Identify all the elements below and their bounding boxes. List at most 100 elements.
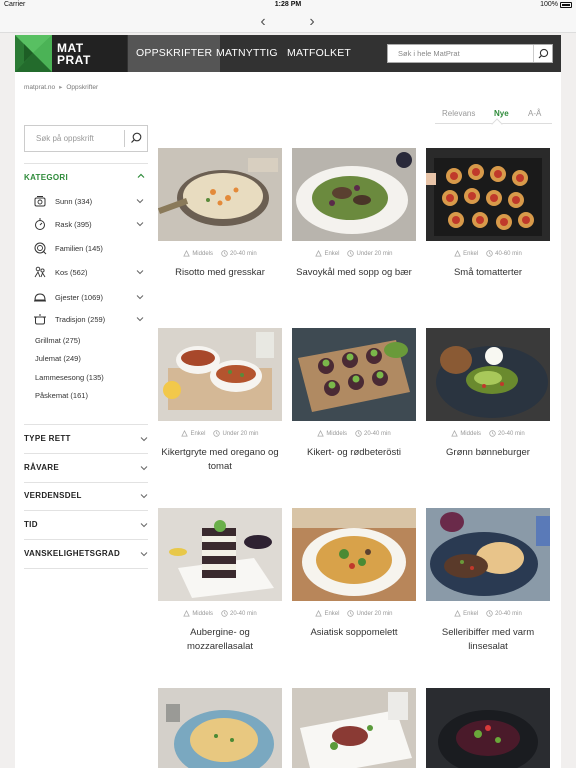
recipe-difficulty: Enkel — [324, 610, 340, 617]
recipe-image[interactable] — [426, 688, 550, 768]
chevron-down-icon[interactable] — [136, 197, 144, 205]
category-label: Kos (562) — [55, 267, 88, 277]
filter-label: TID — [24, 520, 38, 529]
chevron-down-icon[interactable] — [136, 315, 144, 323]
category-sunn[interactable]: Sunn (334) — [33, 192, 92, 210]
forward-button[interactable]: › — [302, 13, 322, 31]
matprat-logo[interactable]: MAT PRAT — [15, 35, 127, 72]
filter-label: VERDENSDEL — [24, 491, 82, 500]
divider — [24, 510, 148, 511]
recipe-card[interactable] — [292, 688, 416, 768]
recipe-title[interactable]: Savoykål med sopp og bær — [292, 266, 416, 280]
recipe-title[interactable]: Selleribiffer med varm linsesalat — [426, 626, 550, 654]
subcategory-paaskemat[interactable]: Påskemat (161) — [35, 391, 88, 400]
battery-percent: 100% — [540, 1, 558, 8]
recipe-card[interactable]: Enkel 40-60 min Små tomatterter — [426, 148, 550, 278]
recipe-image[interactable] — [292, 328, 416, 421]
back-button[interactable]: ‹ — [253, 13, 273, 31]
divider — [24, 424, 148, 425]
site-search-input[interactable]: Søk i hele MatPrat — [387, 44, 553, 63]
nav-matfolket[interactable]: MATFOLKET — [279, 35, 359, 72]
category-familien[interactable]: Familien (145) — [33, 239, 103, 257]
recipe-card[interactable]: Enkel 20-40 min Selleribiffer med varm l… — [426, 508, 550, 652]
clock: 1:28 PM — [274, 1, 302, 8]
nav-matnyttig[interactable]: MATNYTTIG — [208, 35, 286, 72]
clock-icon — [221, 250, 228, 257]
kategori-heading[interactable]: KATEGORI — [24, 173, 68, 182]
chevron-down-icon — [140, 523, 148, 528]
recipe-title[interactable]: Kikertgryte med oregano og tomat — [158, 446, 282, 474]
filter-vanskelighetsgrad[interactable]: VANSKELIGHETSGRAD — [24, 549, 148, 558]
recipe-time: Under 20 min — [222, 430, 259, 437]
recipe-card[interactable]: Middels 20-40 min Kikert- og rødbeteröst… — [292, 328, 416, 458]
filter-raavare[interactable]: RÅVARE — [24, 463, 148, 472]
recipe-image[interactable] — [158, 148, 282, 241]
recipe-image[interactable] — [426, 148, 550, 241]
sort-a-aa[interactable]: A-Å — [528, 109, 541, 118]
sort-nye[interactable]: Nye — [494, 109, 509, 118]
recipe-card[interactable] — [158, 688, 282, 768]
subcategory-lammesesong[interactable]: Lammesesong (135) — [35, 373, 104, 382]
recipe-card[interactable]: Enkel Under 20 min Kikertgryte med orega… — [158, 328, 282, 472]
recipe-title[interactable]: Kikert- og rødbeterösti — [292, 446, 416, 460]
site-header: MAT PRAT OPPSKRIFTER MATNYTTIG MATFOLKET… — [15, 35, 561, 72]
sort-relevans[interactable]: Relevans — [442, 109, 475, 118]
recipe-title[interactable]: Risotto med gresskar — [158, 266, 282, 280]
recipe-card[interactable]: Middels 20-40 min Aubergine- og mozzarel… — [158, 508, 282, 652]
category-label: Rask (395) — [55, 219, 92, 229]
recipe-card[interactable]: Middels 20-40 min Risotto med gresskar — [158, 148, 282, 278]
search-icon[interactable] — [129, 131, 143, 145]
filter-verdensdel[interactable]: VERDENSDEL — [24, 491, 148, 500]
category-kos[interactable]: Kos (562) — [33, 263, 88, 281]
subcategory-grillmat[interactable]: Grillmat (275) — [35, 336, 80, 345]
recipe-image[interactable] — [158, 508, 282, 601]
recipe-image[interactable] — [426, 328, 550, 421]
nav-oppskrifter[interactable]: OPPSKRIFTER — [128, 35, 221, 72]
plate-icon — [34, 242, 47, 255]
recipe-time: 20-40 min — [230, 610, 257, 617]
recipe-card[interactable]: Middels 20-40 min Grønn bønneburger — [426, 328, 550, 458]
category-label: Tradisjon (259) — [55, 314, 106, 324]
recipe-search-placeholder: Søk på oppskrift — [36, 134, 94, 143]
filter-tid[interactable]: TID — [24, 520, 148, 529]
recipe-meta: Enkel Under 20 min — [158, 430, 282, 437]
recipe-image[interactable] — [158, 688, 282, 768]
filter-type-rett[interactable]: TYPE RETT — [24, 434, 148, 443]
recipe-image[interactable] — [426, 508, 550, 601]
divider — [24, 539, 148, 540]
difficulty-icon — [183, 250, 191, 257]
recipe-title[interactable]: Små tomatterter — [426, 266, 550, 280]
breadcrumb-separator-icon: ▸ — [59, 84, 63, 91]
search-icon[interactable] — [533, 45, 552, 62]
recipe-image[interactable] — [158, 328, 282, 421]
chevron-down-icon[interactable] — [136, 268, 144, 276]
chevron-down-icon[interactable] — [136, 293, 144, 301]
recipe-search-input[interactable]: Søk på oppskrift — [24, 125, 148, 152]
sort-active-indicator — [491, 118, 503, 130]
recipe-title[interactable]: Grønn bønneburger — [426, 446, 550, 460]
site-search-placeholder: Søk i hele MatPrat — [398, 49, 460, 58]
chevron-down-icon[interactable] — [136, 220, 144, 228]
recipe-image[interactable] — [292, 688, 416, 768]
recipe-meta: Enkel Under 20 min — [292, 250, 416, 257]
stopwatch-icon — [35, 218, 45, 230]
recipe-card[interactable]: Enkel Under 20 min Asiatisk soppomelett — [292, 508, 416, 638]
recipe-image[interactable] — [292, 148, 416, 241]
difficulty-icon — [317, 430, 325, 437]
category-tradisjon[interactable]: Tradisjon (259) — [33, 310, 105, 328]
category-gjester[interactable]: Gjester (1069) — [33, 288, 103, 306]
recipe-meta: Enkel 40-60 min — [426, 250, 550, 257]
recipe-title[interactable]: Asiatisk soppomelett — [292, 626, 416, 640]
subcategory-julemat[interactable]: Julemat (249) — [35, 354, 81, 363]
recipe-image[interactable] — [292, 508, 416, 601]
battery-indicator: 100% — [540, 1, 572, 8]
breadcrumb-home[interactable]: matprat.no — [24, 84, 55, 91]
category-rask[interactable]: Rask (395) — [33, 215, 92, 233]
recipe-title[interactable]: Aubergine- og mozzarellasalat — [158, 626, 282, 654]
recipe-card[interactable]: Enkel Under 20 min Savoykål med sopp og … — [292, 148, 416, 278]
chevron-up-icon[interactable] — [137, 172, 145, 182]
filter-label: TYPE RETT — [24, 434, 71, 443]
recipe-card[interactable] — [426, 688, 550, 768]
recipe-meta: Enkel Under 20 min — [292, 610, 416, 617]
clock-icon — [489, 430, 496, 437]
